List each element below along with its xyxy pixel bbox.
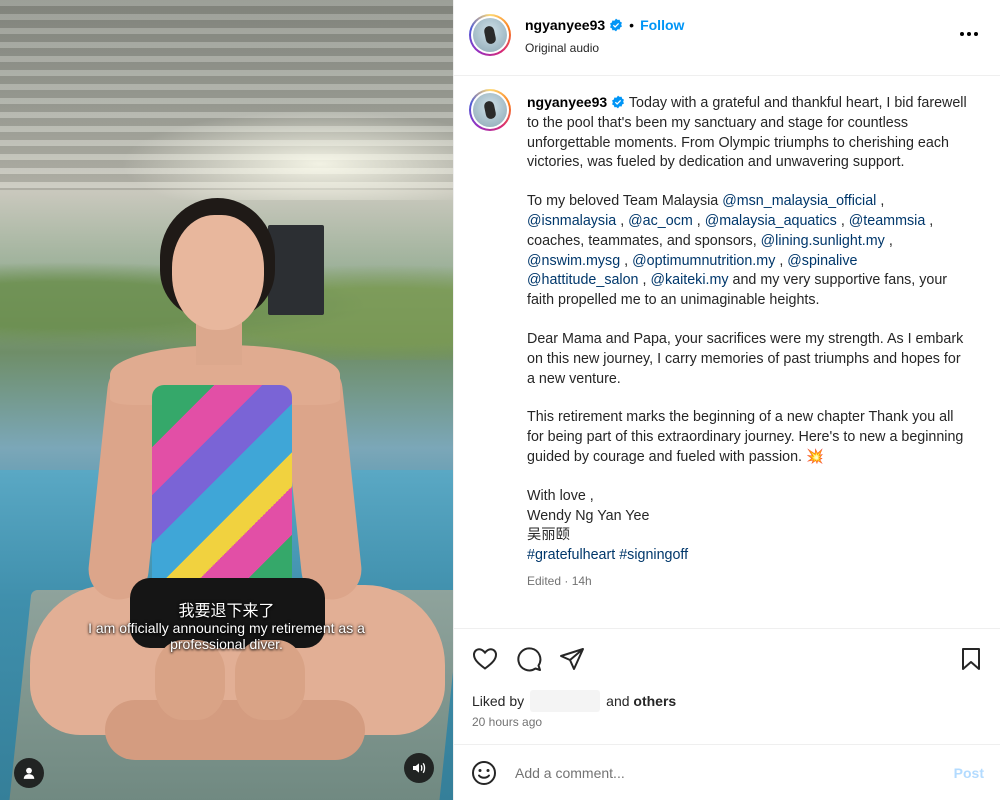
audio-label[interactable]: Original audio bbox=[525, 41, 599, 55]
save-button[interactable] bbox=[957, 645, 985, 673]
heart-icon bbox=[472, 648, 498, 670]
caption-signoff: With love , Wendy Ng Yan Yee 吴丽颐 #gratef… bbox=[527, 487, 689, 564]
mention-link[interactable]: @kaiteki.my bbox=[650, 272, 728, 288]
comment-bubble-icon bbox=[517, 647, 542, 672]
mention-link[interactable]: @spinalive bbox=[787, 253, 857, 269]
caption-paragraph-2: To my beloved Team Malaysia @msn_malaysi… bbox=[527, 193, 948, 309]
liked-by-user-redacted[interactable] bbox=[530, 690, 601, 712]
hashtag-link[interactable]: #gratefulheart bbox=[527, 547, 615, 563]
caption-author-avatar[interactable] bbox=[469, 89, 511, 131]
caption-paragraph-3: Dear Mama and Papa, your sacrifices were… bbox=[527, 330, 964, 387]
author-avatar[interactable] bbox=[469, 14, 511, 56]
mention-link[interactable]: @nswim.mysg bbox=[527, 253, 620, 269]
more-options-icon bbox=[960, 32, 978, 36]
send-icon bbox=[560, 648, 584, 670]
caption-username[interactable]: ngyanyee93 bbox=[527, 94, 607, 110]
emoji-button[interactable] bbox=[470, 759, 498, 787]
follow-button[interactable]: Follow bbox=[640, 17, 684, 33]
post-sidebar: ngyanyee93 • Follow Original audio ngyan… bbox=[453, 0, 1000, 800]
mention-link[interactable]: @lining.sunlight.my bbox=[761, 233, 885, 249]
caption-paragraph-4: This retirement marks the beginning of a… bbox=[527, 409, 964, 465]
likes-summary: Liked by and others bbox=[472, 690, 676, 712]
post-time-ago[interactable]: 20 hours ago bbox=[472, 715, 542, 729]
tagged-users-button[interactable] bbox=[14, 758, 44, 788]
post-header: ngyanyee93 • Follow Original audio bbox=[454, 0, 1000, 76]
hashtag-link[interactable]: #signingoff bbox=[619, 547, 688, 563]
mute-toggle-button[interactable] bbox=[404, 753, 434, 783]
post-comment-button[interactable]: Post bbox=[954, 765, 984, 781]
subtitle-english: I am officially announcing my retirement… bbox=[88, 620, 365, 652]
post-caption: ngyanyee93 Today with a grateful and tha… bbox=[454, 76, 1000, 628]
mention-link[interactable]: @ac_ocm bbox=[628, 213, 693, 229]
like-button[interactable] bbox=[471, 645, 499, 673]
swimsuit bbox=[152, 385, 292, 590]
diver-figure bbox=[0, 0, 453, 800]
share-button[interactable] bbox=[558, 645, 586, 673]
mention-link[interactable]: @hattitude_salon bbox=[527, 272, 639, 288]
signature-name-zh: 吴丽颐 bbox=[527, 527, 570, 544]
verified-badge-icon bbox=[610, 18, 623, 32]
comment-button[interactable] bbox=[515, 645, 543, 673]
likes-others-link[interactable]: others bbox=[633, 693, 676, 709]
bookmark-icon bbox=[962, 648, 980, 670]
verified-badge-icon bbox=[612, 95, 625, 109]
mention-link[interactable]: @optimumnutrition.my bbox=[632, 253, 775, 269]
subtitle-chinese: 我要退下来了 bbox=[178, 601, 275, 620]
sparkle-emoji: 💥 bbox=[806, 448, 824, 465]
separator-dot: • bbox=[629, 17, 635, 33]
mention-link[interactable]: @msn_malaysia_official bbox=[722, 193, 876, 209]
mention-link[interactable]: @teammsia bbox=[849, 213, 925, 229]
comment-input[interactable] bbox=[515, 765, 915, 781]
user-tag-icon bbox=[23, 767, 35, 779]
signature-name-en: Wendy Ng Yan Yee bbox=[527, 507, 650, 524]
edited-timestamp: Edited · 14h bbox=[527, 573, 592, 588]
speaker-icon bbox=[413, 762, 426, 774]
comment-composer: Post bbox=[454, 744, 1000, 800]
more-options-button[interactable] bbox=[957, 22, 981, 46]
mention-link[interactable]: @isnmalaysia bbox=[527, 213, 616, 229]
caption-text: ngyanyee93 Today with a grateful and tha… bbox=[527, 93, 972, 592]
emoji-smile-icon bbox=[472, 761, 496, 785]
post-video[interactable]: 我要退下来了 I am officially announcing my ret… bbox=[0, 0, 453, 800]
mention-link[interactable]: @malaysia_aquatics bbox=[705, 213, 837, 229]
author-username[interactable]: ngyanyee93 bbox=[525, 17, 605, 33]
video-subtitle: 我要退下来了 I am officially announcing my ret… bbox=[0, 601, 453, 653]
